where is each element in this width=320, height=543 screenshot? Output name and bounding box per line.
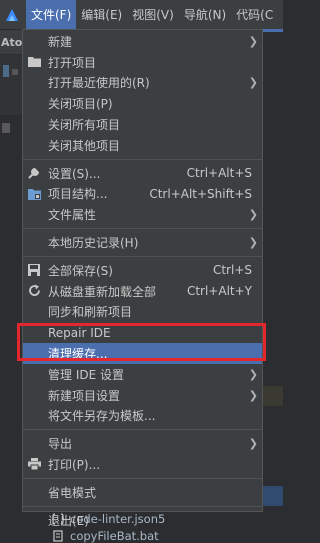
- menu-item-label: 从磁盘重新加载全部: [48, 284, 157, 299]
- menu-item-open-project[interactable]: 打开项目: [23, 52, 262, 73]
- refresh-icon: [27, 284, 41, 298]
- submenu-arrow-icon: ❯: [248, 76, 258, 90]
- tool-window-strip-lower: [0, 115, 22, 145]
- menu-code[interactable]: 代码(C: [231, 0, 278, 29]
- menu-separator: [23, 477, 262, 479]
- tool-window-strip: [0, 55, 22, 115]
- menu-item-label: 关闭项目(P): [48, 97, 113, 112]
- menu-item-label: 管理 IDE 设置: [48, 367, 124, 382]
- menu-item-label: 导出: [48, 437, 73, 452]
- menu-item-label: 关闭其他项目: [48, 138, 121, 153]
- menu-item-save-all[interactable]: 全部保存(S) Ctrl+S: [23, 260, 262, 281]
- menu-item-save-as-template[interactable]: 将文件另存为模板...: [23, 406, 262, 427]
- menu-navigate[interactable]: 导航(N): [179, 0, 231, 29]
- wrench-icon: [27, 166, 41, 180]
- menu-separator: [23, 505, 262, 507]
- menu-item-open-recent[interactable]: 打开最近使用的(R) ❯: [23, 73, 262, 94]
- menu-item-label: 退出(E): [48, 513, 89, 528]
- menu-separator: [23, 158, 262, 160]
- menu-separator: [23, 255, 262, 257]
- menu-item-power-save-mode[interactable]: 省电模式: [23, 482, 262, 503]
- menu-item-label: 打印(P)...: [48, 458, 101, 473]
- menu-item-file-properties[interactable]: 文件属性 ❯: [23, 204, 262, 225]
- menu-item-print[interactable]: 打印(P)...: [23, 454, 262, 475]
- menu-item-label: 项目结构...: [48, 187, 108, 202]
- menu-item-label: 新建项目设置: [48, 388, 121, 403]
- menu-item-label: 打开项目: [48, 55, 97, 70]
- menu-item-label: 全部保存(S): [48, 263, 113, 278]
- menu-item-close-all-projects[interactable]: 关闭所有项目: [23, 114, 262, 135]
- menu-item-local-history[interactable]: 本地历史记录(H) ❯: [23, 232, 262, 253]
- menu-item-project-structure[interactable]: 项目结构... Ctrl+Alt+Shift+S: [23, 184, 262, 205]
- menu-item-settings[interactable]: 设置(S)... Ctrl+Alt+S: [23, 163, 262, 184]
- menu-bar: 文件(F) 编辑(E) 视图(V) 导航(N) 代码(C: [0, 0, 283, 30]
- menu-separator: [23, 228, 262, 230]
- menu-edit[interactable]: 编辑(E): [76, 0, 127, 29]
- submenu-arrow-icon: ❯: [248, 388, 258, 402]
- printer-icon: [27, 457, 41, 471]
- menu-item-label: 省电模式: [48, 485, 97, 500]
- shortcut-text: Ctrl+S: [212, 263, 252, 278]
- menu-item-label: 新建: [48, 34, 73, 49]
- shortcut-text: Ctrl+Alt+Shift+S: [149, 186, 252, 201]
- shortcut-text: Ctrl+Alt+Y: [186, 284, 252, 299]
- menu-item-label: 清理缓存...: [48, 347, 108, 362]
- menu-item-label: 将文件另存为模板...: [48, 409, 156, 424]
- submenu-arrow-icon: ❯: [248, 367, 258, 381]
- menu-item-export[interactable]: 导出 ❯: [23, 433, 262, 454]
- window-title-fragment: Ator: [0, 30, 23, 54]
- file-menu-dropdown: 新建 ❯ 打开项目 打开最近使用的(R) ❯ 关闭项目(P) 关闭所有项目 关闭…: [22, 29, 263, 528]
- submenu-arrow-icon: ❯: [248, 34, 258, 48]
- menu-item-label: 文件属性: [48, 208, 97, 223]
- folder-icon: [27, 55, 41, 69]
- menu-item-sync-refresh[interactable]: 同步和刷新项目: [23, 302, 262, 323]
- submenu-arrow-icon: ❯: [248, 236, 258, 250]
- menu-item-label: 设置(S)...: [48, 166, 101, 181]
- menu-item-label: 本地历史记录(H): [48, 236, 139, 251]
- project-structure-icon: [27, 187, 41, 201]
- menu-item-manage-ide-settings[interactable]: 管理 IDE 设置 ❯: [23, 364, 262, 385]
- menu-item-label: 打开最近使用的(R): [48, 76, 150, 91]
- bat-file-icon: [53, 530, 63, 542]
- menu-item-repair-ide[interactable]: Repair IDE: [23, 322, 262, 343]
- editor-background: [263, 29, 283, 543]
- shortcut-text: Ctrl+Alt+S: [186, 166, 252, 181]
- menu-separator: [23, 429, 262, 431]
- save-icon: [27, 263, 41, 277]
- menu-item-invalidate-caches[interactable]: 清理缓存...: [23, 343, 262, 364]
- submenu-arrow-icon: ❯: [248, 208, 258, 222]
- menu-item-close-project[interactable]: 关闭项目(P): [23, 93, 262, 114]
- menu-item-new-project-settings[interactable]: 新建项目设置 ❯: [23, 385, 262, 406]
- menu-item-exit[interactable]: 退出(E): [23, 510, 262, 531]
- menu-item-new[interactable]: 新建 ❯: [23, 31, 262, 52]
- menu-item-close-other-projects[interactable]: 关闭其他项目: [23, 135, 262, 156]
- menu-item-label: 同步和刷新项目: [48, 305, 133, 320]
- menu-item-reload-from-disk[interactable]: 从磁盘重新加载全部 Ctrl+Alt+Y: [23, 281, 262, 302]
- app-logo-icon: [2, 5, 22, 25]
- submenu-arrow-icon: ❯: [248, 437, 258, 451]
- menu-view[interactable]: 视图(V): [127, 0, 179, 29]
- file-name: copyFileBat.bat: [70, 529, 159, 543]
- menu-item-label: Repair IDE: [48, 325, 111, 340]
- menu-file[interactable]: 文件(F): [26, 0, 77, 29]
- file-item-copyfilebat[interactable]: copyFileBat.bat: [52, 529, 159, 543]
- menu-item-label: 关闭所有项目: [48, 118, 121, 133]
